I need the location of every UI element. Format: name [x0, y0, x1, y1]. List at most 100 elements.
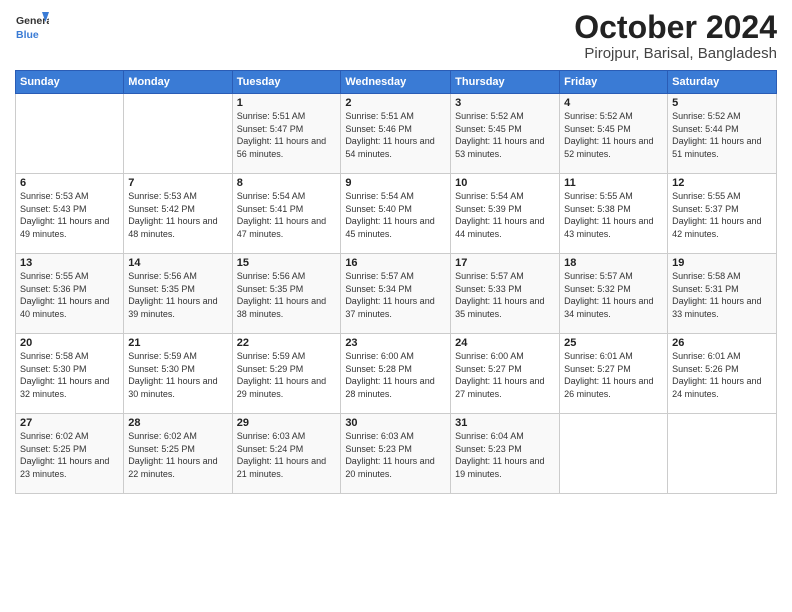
day-number: 22 [237, 337, 337, 349]
day-detail: Sunrise: 6:00 AMSunset: 5:28 PMDaylight:… [345, 350, 446, 400]
calendar-cell: 23Sunrise: 6:00 AMSunset: 5:28 PMDayligh… [341, 334, 451, 414]
calendar-cell: 30Sunrise: 6:03 AMSunset: 5:23 PMDayligh… [341, 414, 451, 494]
calendar-cell: 5Sunrise: 5:52 AMSunset: 5:44 PMDaylight… [668, 94, 777, 174]
day-number: 23 [345, 337, 446, 349]
calendar-cell: 4Sunrise: 5:52 AMSunset: 5:45 PMDaylight… [560, 94, 668, 174]
header-day: Wednesday [341, 71, 451, 94]
calendar-cell: 22Sunrise: 5:59 AMSunset: 5:29 PMDayligh… [232, 334, 341, 414]
calendar-cell: 12Sunrise: 5:55 AMSunset: 5:37 PMDayligh… [668, 174, 777, 254]
day-detail: Sunrise: 5:57 AMSunset: 5:32 PMDaylight:… [564, 270, 663, 320]
calendar-cell: 3Sunrise: 5:52 AMSunset: 5:45 PMDaylight… [451, 94, 560, 174]
header-day: Tuesday [232, 71, 341, 94]
day-number: 6 [20, 177, 119, 189]
day-detail: Sunrise: 5:51 AMSunset: 5:46 PMDaylight:… [345, 110, 446, 160]
calendar-cell: 29Sunrise: 6:03 AMSunset: 5:24 PMDayligh… [232, 414, 341, 494]
day-detail: Sunrise: 5:55 AMSunset: 5:36 PMDaylight:… [20, 270, 119, 320]
month-title: October 2024 [574, 10, 777, 45]
day-number: 17 [455, 257, 555, 269]
day-number: 2 [345, 97, 446, 109]
header-day: Friday [560, 71, 668, 94]
calendar-cell: 14Sunrise: 5:56 AMSunset: 5:35 PMDayligh… [124, 254, 232, 334]
calendar-cell: 26Sunrise: 6:01 AMSunset: 5:26 PMDayligh… [668, 334, 777, 414]
day-detail: Sunrise: 5:55 AMSunset: 5:38 PMDaylight:… [564, 190, 663, 240]
day-number: 27 [20, 417, 119, 429]
location: Pirojpur, Barisal, Bangladesh [574, 45, 777, 62]
header-day: Monday [124, 71, 232, 94]
calendar-cell: 19Sunrise: 5:58 AMSunset: 5:31 PMDayligh… [668, 254, 777, 334]
day-number: 16 [345, 257, 446, 269]
day-number: 28 [128, 417, 227, 429]
calendar-table: SundayMondayTuesdayWednesdayThursdayFrid… [15, 70, 777, 494]
day-number: 7 [128, 177, 227, 189]
day-detail: Sunrise: 5:52 AMSunset: 5:45 PMDaylight:… [564, 110, 663, 160]
day-detail: Sunrise: 5:58 AMSunset: 5:31 PMDaylight:… [672, 270, 772, 320]
day-detail: Sunrise: 5:57 AMSunset: 5:34 PMDaylight:… [345, 270, 446, 320]
day-number: 11 [564, 177, 663, 189]
calendar-cell: 21Sunrise: 5:59 AMSunset: 5:30 PMDayligh… [124, 334, 232, 414]
day-detail: Sunrise: 6:04 AMSunset: 5:23 PMDaylight:… [455, 430, 555, 480]
day-detail: Sunrise: 6:00 AMSunset: 5:27 PMDaylight:… [455, 350, 555, 400]
calendar-cell: 11Sunrise: 5:55 AMSunset: 5:38 PMDayligh… [560, 174, 668, 254]
day-number: 12 [672, 177, 772, 189]
day-detail: Sunrise: 5:59 AMSunset: 5:30 PMDaylight:… [128, 350, 227, 400]
calendar-cell [124, 94, 232, 174]
calendar-cell: 7Sunrise: 5:53 AMSunset: 5:42 PMDaylight… [124, 174, 232, 254]
day-number: 21 [128, 337, 227, 349]
day-number: 14 [128, 257, 227, 269]
day-detail: Sunrise: 5:57 AMSunset: 5:33 PMDaylight:… [455, 270, 555, 320]
day-number: 13 [20, 257, 119, 269]
calendar-cell: 13Sunrise: 5:55 AMSunset: 5:36 PMDayligh… [16, 254, 124, 334]
calendar-cell: 28Sunrise: 6:02 AMSunset: 5:25 PMDayligh… [124, 414, 232, 494]
header-day: Saturday [668, 71, 777, 94]
header-day: Thursday [451, 71, 560, 94]
day-detail: Sunrise: 5:56 AMSunset: 5:35 PMDaylight:… [128, 270, 227, 320]
calendar-cell [668, 414, 777, 494]
day-detail: Sunrise: 6:03 AMSunset: 5:24 PMDaylight:… [237, 430, 337, 480]
day-detail: Sunrise: 5:53 AMSunset: 5:43 PMDaylight:… [20, 190, 119, 240]
calendar-cell [16, 94, 124, 174]
day-detail: Sunrise: 5:55 AMSunset: 5:37 PMDaylight:… [672, 190, 772, 240]
day-detail: Sunrise: 5:56 AMSunset: 5:35 PMDaylight:… [237, 270, 337, 320]
day-number: 9 [345, 177, 446, 189]
logo-icon: General Blue [15, 10, 49, 44]
calendar-cell: 27Sunrise: 6:02 AMSunset: 5:25 PMDayligh… [16, 414, 124, 494]
calendar-cell: 2Sunrise: 5:51 AMSunset: 5:46 PMDaylight… [341, 94, 451, 174]
day-number: 26 [672, 337, 772, 349]
calendar-cell: 10Sunrise: 5:54 AMSunset: 5:39 PMDayligh… [451, 174, 560, 254]
day-number: 25 [564, 337, 663, 349]
day-number: 20 [20, 337, 119, 349]
day-number: 3 [455, 97, 555, 109]
day-detail: Sunrise: 5:58 AMSunset: 5:30 PMDaylight:… [20, 350, 119, 400]
day-detail: Sunrise: 5:59 AMSunset: 5:29 PMDaylight:… [237, 350, 337, 400]
logo: General Blue [15, 10, 49, 44]
day-detail: Sunrise: 5:54 AMSunset: 5:40 PMDaylight:… [345, 190, 446, 240]
day-detail: Sunrise: 5:53 AMSunset: 5:42 PMDaylight:… [128, 190, 227, 240]
day-detail: Sunrise: 6:03 AMSunset: 5:23 PMDaylight:… [345, 430, 446, 480]
day-number: 10 [455, 177, 555, 189]
day-number: 8 [237, 177, 337, 189]
calendar-cell: 20Sunrise: 5:58 AMSunset: 5:30 PMDayligh… [16, 334, 124, 414]
day-detail: Sunrise: 5:54 AMSunset: 5:41 PMDaylight:… [237, 190, 337, 240]
day-number: 30 [345, 417, 446, 429]
calendar-cell: 15Sunrise: 5:56 AMSunset: 5:35 PMDayligh… [232, 254, 341, 334]
day-number: 31 [455, 417, 555, 429]
day-number: 1 [237, 97, 337, 109]
day-detail: Sunrise: 6:01 AMSunset: 5:26 PMDaylight:… [672, 350, 772, 400]
day-detail: Sunrise: 5:52 AMSunset: 5:44 PMDaylight:… [672, 110, 772, 160]
calendar-cell: 24Sunrise: 6:00 AMSunset: 5:27 PMDayligh… [451, 334, 560, 414]
day-detail: Sunrise: 6:02 AMSunset: 5:25 PMDaylight:… [20, 430, 119, 480]
day-number: 15 [237, 257, 337, 269]
calendar-cell [560, 414, 668, 494]
day-number: 18 [564, 257, 663, 269]
calendar-cell: 17Sunrise: 5:57 AMSunset: 5:33 PMDayligh… [451, 254, 560, 334]
day-number: 19 [672, 257, 772, 269]
day-detail: Sunrise: 5:54 AMSunset: 5:39 PMDaylight:… [455, 190, 555, 240]
calendar-cell: 16Sunrise: 5:57 AMSunset: 5:34 PMDayligh… [341, 254, 451, 334]
day-number: 4 [564, 97, 663, 109]
day-number: 29 [237, 417, 337, 429]
day-number: 5 [672, 97, 772, 109]
calendar-cell: 6Sunrise: 5:53 AMSunset: 5:43 PMDaylight… [16, 174, 124, 254]
header: General Blue October 2024 Pirojpur, Bari… [15, 10, 777, 62]
day-number: 24 [455, 337, 555, 349]
calendar-cell: 18Sunrise: 5:57 AMSunset: 5:32 PMDayligh… [560, 254, 668, 334]
